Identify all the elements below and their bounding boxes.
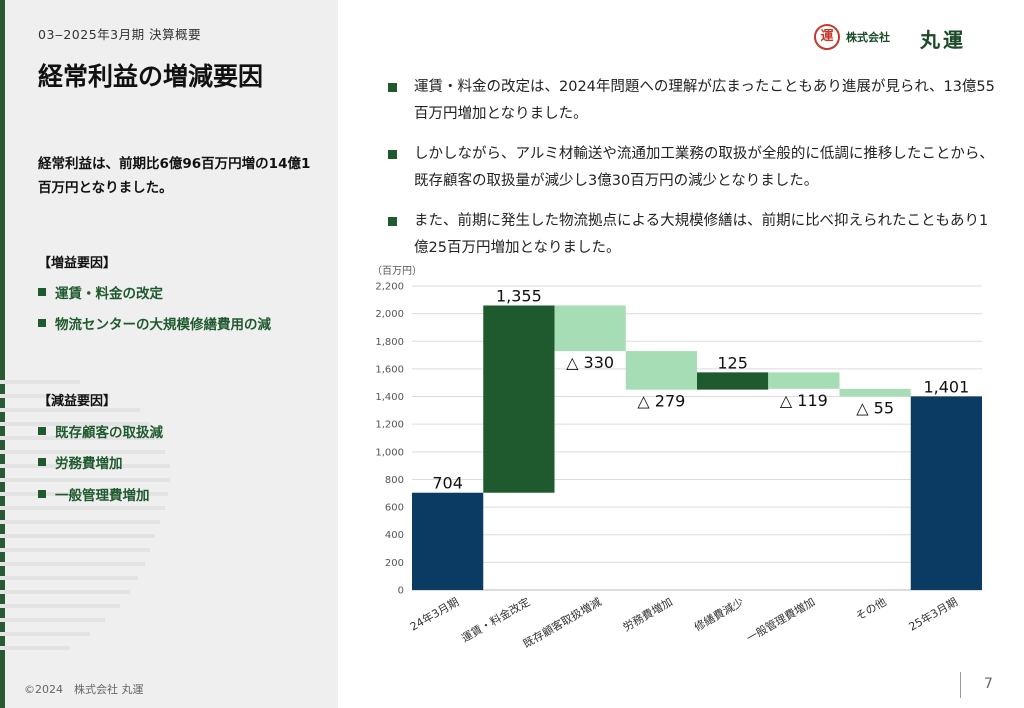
bullet-square-icon [38,427,46,435]
y-tick-label: 2,200 [375,282,404,293]
bullet-list: 運賃・料金の改定は、2024年問題への理解が広まったこともあり進展が見られ、13… [388,74,998,275]
increase-factor-label: 運賃・料金の改定 [55,286,163,302]
y-tick-label: 1,600 [375,364,404,375]
logo-company-text: 株式会社 [846,31,890,44]
x-tick-label: 24年3月期 [407,594,461,633]
data-label: 125 [717,353,748,372]
decrease-factor-label: 労務費増加 [55,456,123,472]
summary-text: 経常利益は、前期比6億96百万円増の14億1百万円となりました。 [38,156,311,196]
y-tick-label: 2,000 [375,309,404,320]
y-tick-label: 1,400 [375,392,404,403]
y-tick-label: 200 [385,558,404,569]
bullet-text: また、前期に発生した物流拠点による大規模修繕は、前期に比べ抑えられたこともあり1… [414,213,989,256]
left-panel: 03‒2025年3月期 決算概要 経常利益の増減要因 経常利益は、前期比6億96… [0,0,338,708]
y-tick-label: 1,000 [375,447,404,458]
bar-decrease [768,372,840,389]
y-tick-label: 800 [385,475,404,486]
bar-total [910,396,982,590]
data-label: △ 330 [566,353,614,372]
decrease-factors-title: 【減益要因】 [38,394,117,409]
bullet-square-icon [38,319,46,327]
data-label: △ 55 [856,398,894,417]
bar-increase [697,372,769,390]
increase-factor-label: 物流センターの大規模修繕費用の減 [55,317,271,333]
bullet-square-icon [388,150,397,159]
y-tick-label: 1,800 [375,337,404,348]
x-tick-label: 25年3月期 [906,594,960,633]
bar-increase [483,305,555,493]
logo-mark-icon: 運 [814,24,840,50]
x-tick-label: 修繕費減少 [691,594,746,634]
logo-name-text: 丸運 [920,28,966,52]
decrease-factor-label: 一般管理費増加 [55,488,150,504]
bar-decrease [554,305,626,352]
decrease-factor-label: 既存顧客の取扱減 [55,425,163,441]
page-title: 経常利益の増減要因 [38,62,264,91]
bullet-square-icon [388,83,397,92]
data-label: 704 [432,474,463,493]
copyright: ©2024 株式会社 丸運 [24,683,144,696]
bar-decrease [839,388,911,397]
bullet-square-icon [38,288,46,296]
x-tick-label: 一般管理費増加 [744,594,818,645]
section-label: 03‒2025年3月期 決算概要 [38,27,202,42]
waterfall-chart: 0 200 400 600 800 1,000 1,200 1,400 1,600 1,800 2,… [375,282,982,651]
data-label: 1,355 [496,286,542,305]
data-label: 1,401 [923,377,969,396]
page-separator [960,672,961,698]
data-label: △ 119 [780,391,828,410]
bullet-square-icon [38,490,46,498]
x-tick-label: 労務費増加 [620,594,675,634]
decrease-factor-item: 労務費増加 [38,452,123,472]
x-tick-label: 運賃・料金改定 [459,594,533,645]
y-tick-label: 0 [398,586,404,597]
bullet-item: しかしながら、アルミ材輸送や流通加工業務の取扱が全般的に低調に推移したことから、… [388,141,998,195]
bullet-text: 運賃・料金の改定は、2024年問題への理解が広まったこともあり進展が見られ、13… [414,79,995,122]
data-label: △ 279 [637,392,685,411]
y-tick-label: 400 [385,530,404,541]
increase-factors-title: 【増益要因】 [38,256,117,271]
bullet-item: 運賃・料金の改定は、2024年問題への理解が広まったこともあり進展が見られ、13… [388,74,998,128]
x-tick-label: その他 [854,595,889,623]
bar-decrease [625,351,697,390]
increase-factor-item: 運賃・料金の改定 [38,282,163,302]
decrease-factor-item: 既存顧客の取扱減 [38,421,163,441]
bullet-item: また、前期に発生した物流拠点による大規模修繕は、前期に比べ抑えられたこともあり1… [388,208,998,262]
chart-unit-label: （百万円） [372,266,422,277]
x-tick-label: 既存顧客取扱増減 [520,594,603,650]
y-tick-label: 1,200 [375,420,404,431]
bar-total [412,492,484,590]
y-tick-label: 600 [385,503,404,514]
bullet-square-icon [38,458,46,466]
page-number: 7 [984,676,993,692]
decrease-factor-item: 一般管理費増加 [38,484,150,504]
increase-factor-item: 物流センターの大規模修繕費用の減 [38,313,271,333]
bullet-text: しかしながら、アルミ材輸送や流通加工業務の取扱が全般的に低調に推移したことから、… [414,146,994,189]
bullet-square-icon [388,217,397,226]
